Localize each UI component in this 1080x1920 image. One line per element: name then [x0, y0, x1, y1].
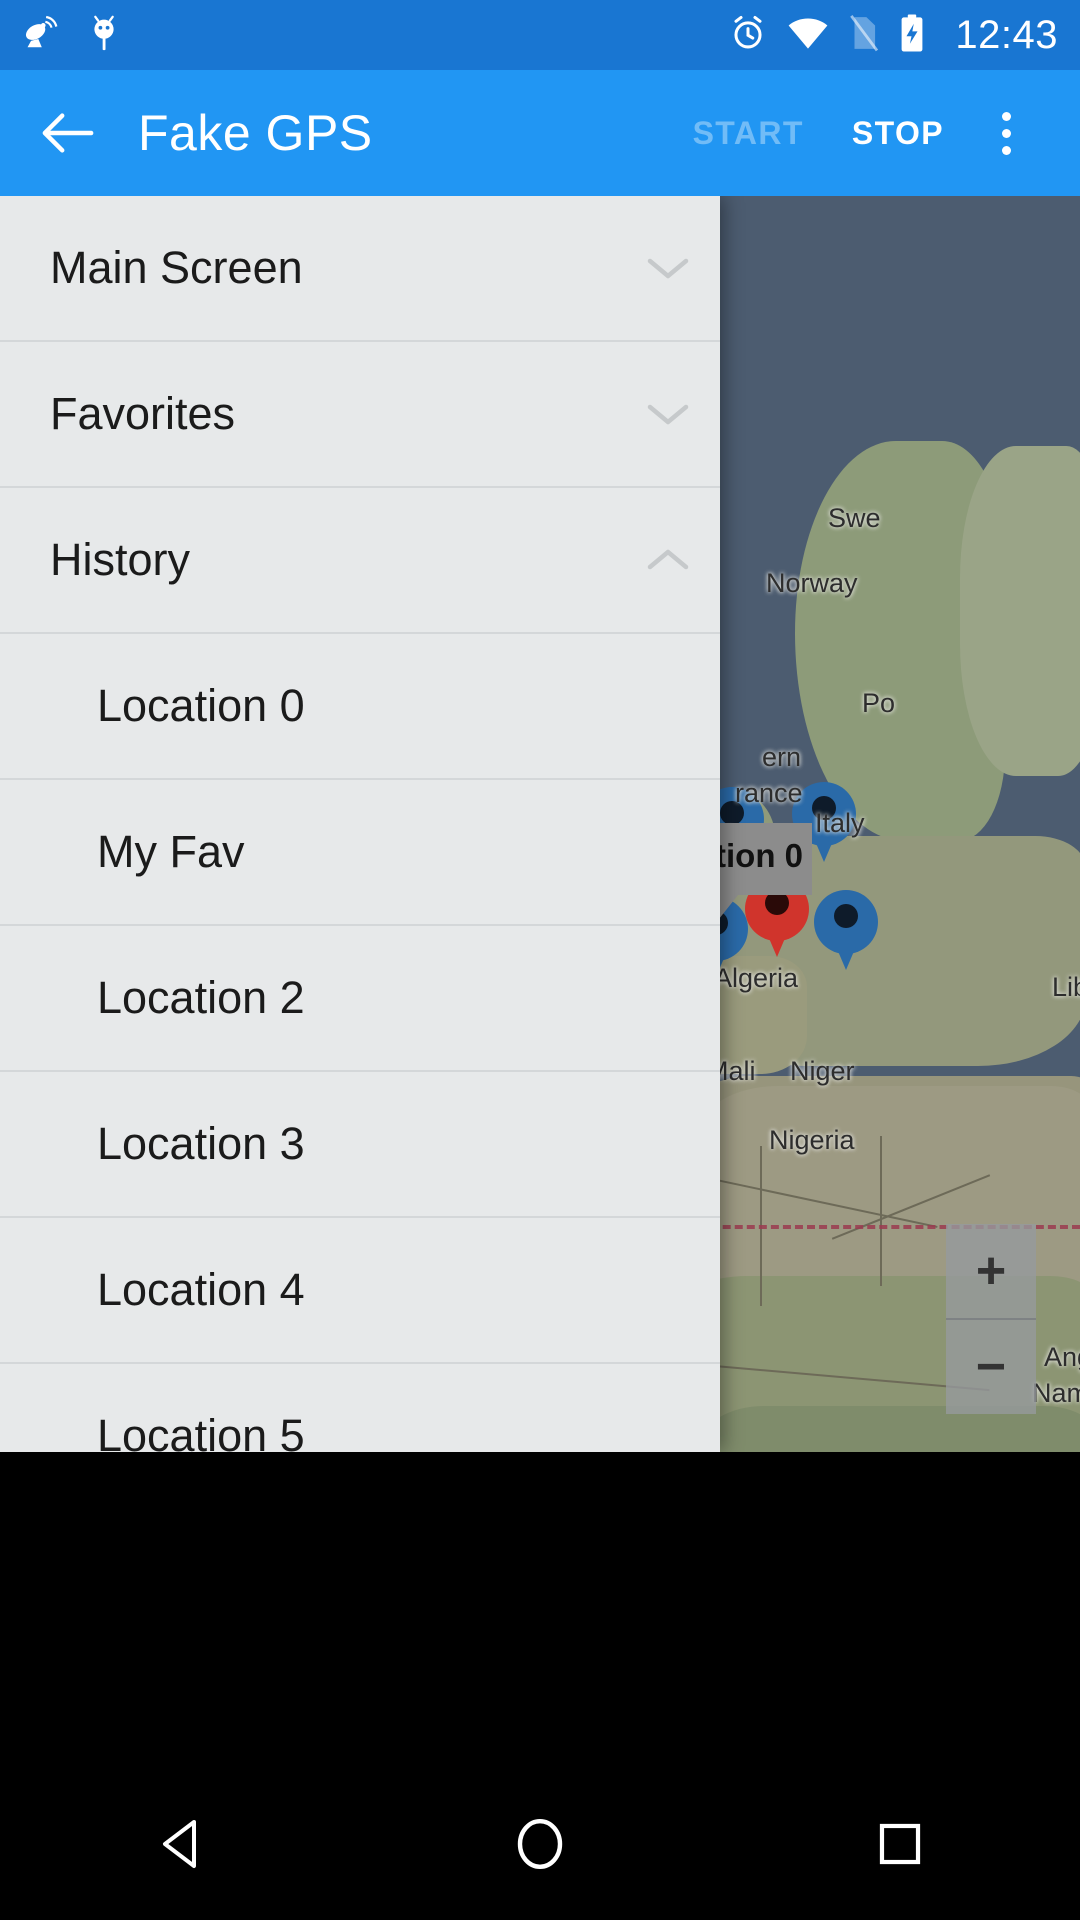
back-arrow-icon[interactable] — [36, 101, 100, 165]
map-label: ern — [762, 742, 802, 772]
chevron-up-icon[interactable] — [646, 547, 690, 573]
system-navigation-bar — [0, 1768, 1080, 1920]
battery-charging-icon — [899, 13, 925, 58]
drawer-item-location-2[interactable]: Location 2 — [0, 926, 720, 1072]
drawer-item-history[interactable]: History — [0, 488, 720, 634]
map-label: Po — [862, 688, 896, 718]
map-label: Niger — [790, 1056, 855, 1086]
status-clock: 12:43 — [955, 12, 1058, 57]
nav-back-triangle-icon[interactable] — [90, 1768, 270, 1920]
map-label: Nigeria — [769, 1125, 855, 1155]
drawer-item-label: History — [50, 534, 191, 585]
drawer-item-main-screen[interactable]: Main Screen — [0, 196, 720, 342]
chevron-down-icon[interactable] — [646, 255, 690, 281]
zoom-out-button[interactable]: − — [946, 1320, 1036, 1414]
android-debug-icon — [86, 12, 122, 59]
country-border — [880, 1136, 884, 1286]
map-label: Swe — [828, 503, 881, 533]
drawer-item-location-5[interactable]: Location 5 — [0, 1364, 720, 1452]
status-bar: 12:43 — [0, 0, 1080, 70]
drawer-item-location-0[interactable]: Location 0 — [0, 634, 720, 780]
app-bar-actions: START STOP — [669, 70, 1044, 196]
drawer-item-label: Main Screen — [50, 242, 303, 293]
app-bar: Fake GPS START STOP — [0, 70, 1080, 196]
marker-dot — [834, 904, 858, 928]
map-label: Nami — [1032, 1378, 1080, 1408]
drawer-item-label: Location 0 — [97, 680, 305, 731]
drawer-item-label: Location 3 — [97, 1118, 305, 1169]
status-icons-left — [22, 12, 122, 59]
overflow-menu-icon[interactable] — [968, 70, 1044, 196]
zoom-in-button[interactable]: + — [946, 1224, 1036, 1318]
start-button[interactable]: START — [669, 70, 828, 196]
satellite-dish-icon — [22, 13, 60, 58]
drawer-item-label: My Fav — [97, 826, 245, 877]
drawer-item-favorites[interactable]: Favorites — [0, 342, 720, 488]
zoom-controls[interactable]: + − — [946, 1224, 1036, 1414]
map-label: Algeria — [714, 963, 799, 993]
stop-button[interactable]: STOP — [828, 70, 968, 196]
alarm-icon — [729, 14, 767, 57]
map-label: Norway — [766, 568, 858, 598]
drawer-item-my-fav[interactable]: My Fav — [0, 780, 720, 926]
finland-landmass — [960, 446, 1080, 776]
drawer-list[interactable]: Main Screen Favorites History Location 0 My … — [0, 196, 720, 1452]
drawer-item-label: Location 4 — [97, 1264, 305, 1315]
page-title: Fake GPS — [138, 105, 373, 161]
status-icons-right: 12:43 — [729, 13, 1058, 58]
drawer-item-label: Favorites — [50, 388, 236, 439]
drawer-item-location-4[interactable]: Location 4 — [0, 1218, 720, 1364]
map-label: Italy — [815, 808, 865, 838]
wifi-icon — [787, 16, 829, 55]
map-label: Ang — [1044, 1342, 1080, 1372]
drawer-item-location-3[interactable]: Location 3 — [0, 1072, 720, 1218]
drawer-item-label: Location 2 — [97, 972, 305, 1023]
nav-home-circle-icon[interactable] — [450, 1768, 630, 1920]
map-label: Lib — [1052, 972, 1080, 1002]
no-sim-icon — [849, 14, 879, 57]
drawer-item-label: Location 5 — [97, 1410, 305, 1452]
nav-recents-square-icon[interactable] — [810, 1768, 990, 1920]
chevron-down-icon[interactable] — [646, 401, 690, 427]
navigation-drawer[interactable]: Main Screen Favorites History Location 0 My … — [0, 196, 720, 1452]
phone-screen: andSweNorwayPoernranceItalySpainAlgeriaL… — [0, 0, 1080, 1920]
map-label: rance — [735, 778, 803, 808]
